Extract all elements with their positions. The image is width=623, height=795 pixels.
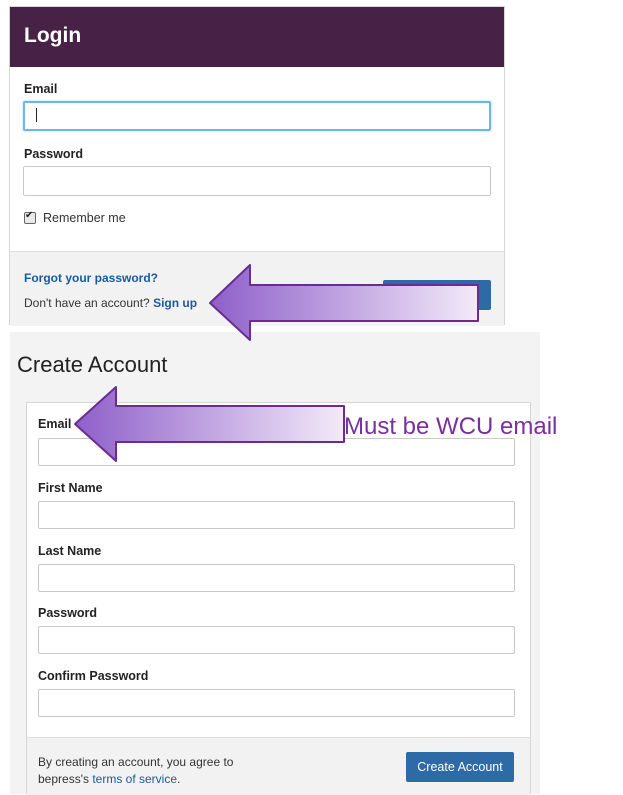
create-email-label: Email (38, 417, 72, 431)
login-button[interactable] (383, 280, 491, 310)
remember-me-label: Remember me (43, 211, 126, 225)
login-panel: Login Email Password Remember me Forgot … (9, 6, 505, 326)
create-password-label: Password (38, 606, 98, 620)
login-footer: Forgot your password? Don't have an acco… (10, 251, 504, 326)
last-name-input[interactable] (38, 564, 515, 592)
create-password-input[interactable] (38, 626, 515, 654)
login-title: Login (24, 24, 82, 47)
login-password-label: Password (24, 147, 84, 161)
terms-of-service-link[interactable]: terms of service (92, 772, 177, 786)
login-password-input[interactable] (23, 166, 491, 196)
signup-prompt: Don't have an account? Sign up (24, 296, 197, 310)
confirm-password-input[interactable] (38, 689, 515, 717)
remember-me-checkbox[interactable] (24, 210, 36, 224)
create-account-footer: By creating an account, you agree to bep… (27, 737, 530, 795)
last-name-label: Last Name (38, 544, 102, 558)
remember-me-row[interactable]: Remember me (24, 210, 126, 225)
confirm-password-label: Confirm Password (38, 669, 149, 683)
create-email-input[interactable] (38, 438, 515, 466)
login-email-input[interactable] (23, 101, 491, 131)
no-account-text: Don't have an account? (24, 296, 150, 310)
create-account-section: Create Account Email First Name Last Nam… (10, 332, 540, 795)
terms-suffix: . (177, 772, 181, 786)
text-cursor (36, 108, 37, 122)
create-account-button[interactable]: Create Account (406, 752, 514, 782)
signup-link[interactable]: Sign up (153, 296, 197, 310)
login-email-label: Email (24, 82, 58, 96)
forgot-password-link[interactable]: Forgot your password? (24, 271, 158, 285)
first-name-label: First Name (38, 481, 103, 495)
create-account-title: Create Account (17, 352, 168, 377)
create-account-card: Email First Name Last Name Password Conf… (26, 402, 531, 795)
annotation-note: Must be WCU email (344, 413, 558, 440)
login-header: Login (10, 7, 504, 67)
first-name-input[interactable] (38, 501, 515, 529)
terms-text: By creating an account, you agree to bep… (38, 754, 268, 788)
